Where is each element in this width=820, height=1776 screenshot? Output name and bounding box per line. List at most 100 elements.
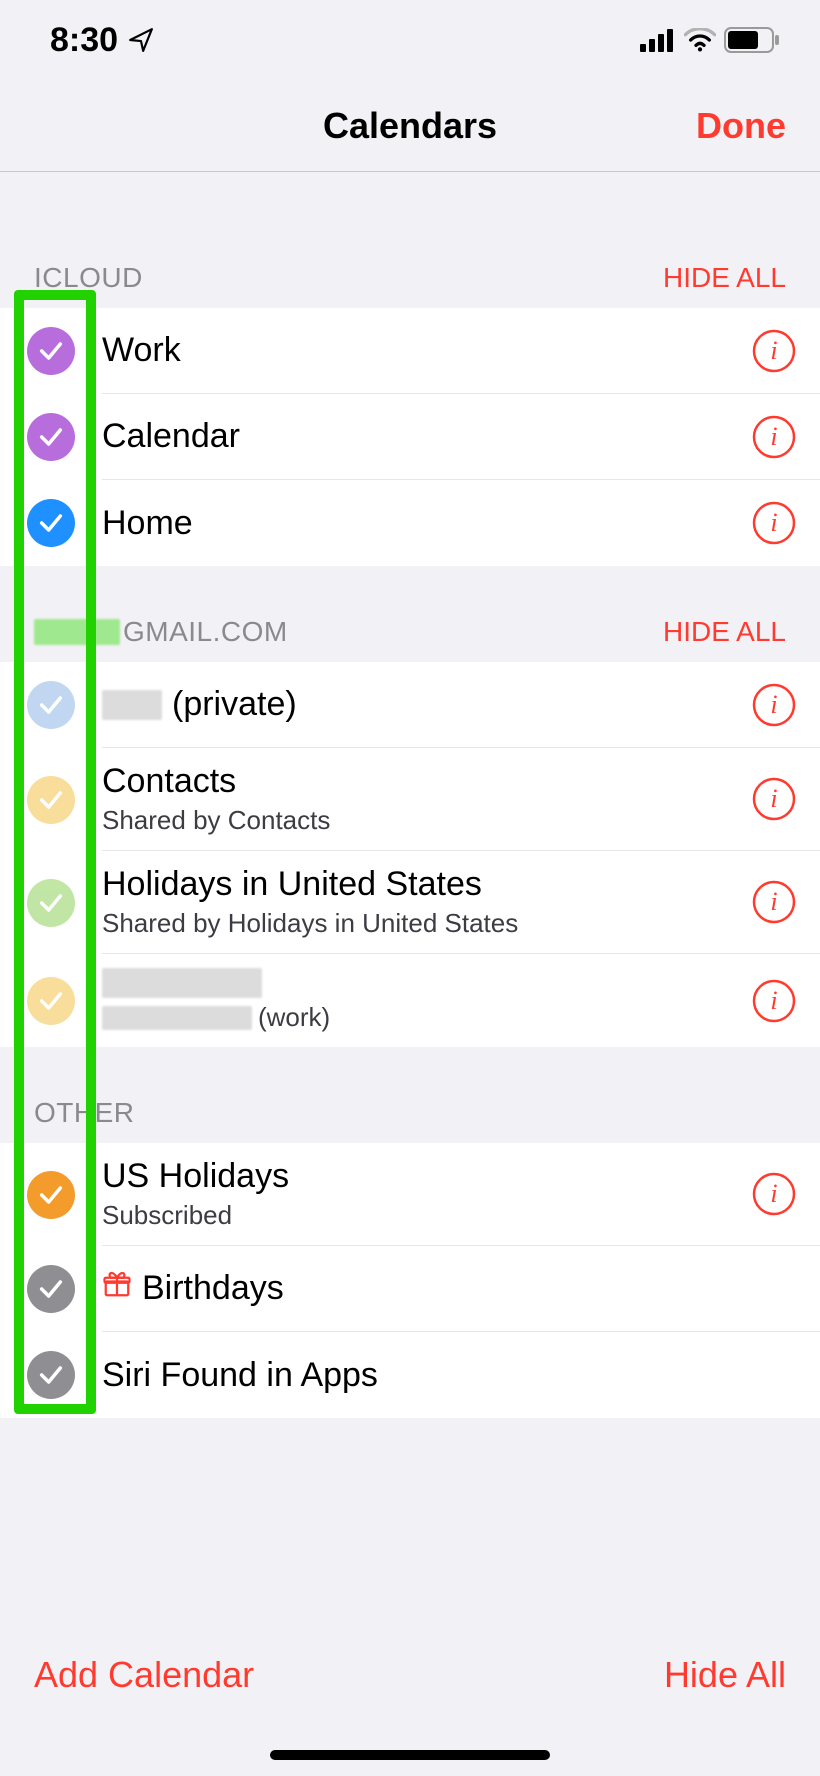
svg-text:i: i [770,887,777,916]
gift-icon [102,1269,132,1308]
calendar-toggle[interactable] [0,1351,102,1399]
svg-text:i: i [770,986,777,1015]
svg-text:i: i [770,422,777,451]
calendar-title-label: Birthdays [142,1269,284,1308]
row-text: Calendar [102,403,752,470]
hide-all-button[interactable]: Hide All [664,1654,786,1696]
row-text: Holidays in United States Shared by Holid… [102,851,752,953]
calendar-subtitle-label: (work) [258,1002,330,1033]
calendar-toggle[interactable] [0,776,102,824]
calendar-toggle[interactable] [0,977,102,1025]
calendar-title: Siri Found in Apps [102,1356,796,1395]
section-header: GMAIL.COM HIDE ALL [0,566,820,662]
calendar-row[interactable]: (private)i [0,662,820,748]
cellular-icon [640,28,676,52]
checkmark-icon [27,977,75,1025]
calendar-list: Work i Calendar i Home i [0,308,820,566]
calendar-subtitle: Shared by Contacts [102,805,752,836]
calendar-subtitle: (work) [102,1002,752,1033]
calendar-title: (private) [102,685,752,724]
calendar-row[interactable]: US Holidays Subscribedi [0,1143,820,1246]
calendar-toggle[interactable] [0,499,102,547]
calendar-toggle[interactable] [0,327,102,375]
calendar-title: Calendar [102,417,752,456]
info-button[interactable]: i [752,683,796,727]
status-left: 8:30 [50,21,154,60]
calendar-title: US Holidays [102,1157,752,1196]
info-button[interactable]: i [752,501,796,545]
row-body: Calendar i [102,394,820,480]
calendar-title-label: Calendar [102,417,240,456]
redacted-text [102,1006,252,1030]
calendar-subtitle-label: Shared by Contacts [102,805,330,836]
wifi-icon [684,28,716,52]
calendar-title-label: Home [102,504,193,543]
checkmark-icon [27,776,75,824]
checkmark-icon [27,499,75,547]
calendar-title-label: Work [102,331,181,370]
add-calendar-button[interactable]: Add Calendar [34,1654,254,1696]
calendar-toggle[interactable] [0,1171,102,1219]
section-title: ICLOUD [34,262,143,294]
section-header: ICLOUD HIDE ALL [0,172,820,308]
nav-header: Calendars Done [0,80,820,172]
calendar-title-label: Holidays in United States [102,865,482,904]
info-button[interactable]: i [752,329,796,373]
calendar-row[interactable]: Birthdays [0,1246,820,1332]
row-text: Siri Found in Apps [102,1342,796,1409]
calendar-toggle[interactable] [0,879,102,927]
info-button[interactable]: i [752,777,796,821]
calendar-toggle[interactable] [0,681,102,729]
calendar-row[interactable]: (work) i [0,954,820,1047]
calendar-row[interactable]: Contacts Shared by Contacts i [0,748,820,851]
info-button[interactable]: i [752,415,796,459]
redacted-text [102,968,262,998]
row-text: Work [102,317,752,384]
section-title-label: OTHER [34,1097,135,1129]
section-title: OTHER [34,1097,135,1129]
calendar-toggle[interactable] [0,1265,102,1313]
section-title: GMAIL.COM [34,616,288,648]
calendar-title: Birthdays [102,1269,796,1308]
calendar-title: Home [102,504,752,543]
calendar-title-label: Contacts [102,762,236,801]
svg-text:i: i [770,336,777,365]
row-body: Work i [102,308,820,394]
info-button[interactable]: i [752,880,796,924]
row-text: US Holidays Subscribed [102,1143,752,1245]
hide-all-section-button[interactable]: HIDE ALL [663,616,786,648]
calendar-row[interactable]: Siri Found in Apps [0,1332,820,1418]
checkmark-icon [27,1351,75,1399]
calendar-title-label: Siri Found in Apps [102,1356,378,1395]
section-title-label: ICLOUD [34,262,143,294]
checkmark-icon [27,413,75,461]
hide-all-section-button[interactable]: HIDE ALL [663,262,786,294]
calendar-row[interactable]: Calendar i [0,394,820,480]
checkmark-icon [27,879,75,927]
calendar-toggle[interactable] [0,413,102,461]
row-body: (private)i [102,662,820,748]
info-button[interactable]: i [752,979,796,1023]
checkmark-icon [27,1171,75,1219]
info-button[interactable]: i [752,1172,796,1216]
row-text: Birthdays [102,1255,796,1322]
calendar-row[interactable]: Home i [0,480,820,566]
row-body: US Holidays Subscribedi [102,1143,820,1246]
calendar-subtitle: Subscribed [102,1200,752,1231]
row-text: (work) [102,954,752,1047]
status-right [640,27,780,53]
done-button[interactable]: Done [696,105,820,147]
calendar-row[interactable]: Holidays in United States Shared by Holid… [0,851,820,954]
calendar-title: Work [102,331,752,370]
calendar-subtitle: Shared by Holidays in United States [102,908,752,939]
row-body: Birthdays [102,1246,820,1332]
calendar-title: Holidays in United States [102,865,752,904]
calendar-row[interactable]: Work i [0,308,820,394]
section-title-label: GMAIL.COM [123,616,288,648]
svg-text:i: i [770,784,777,813]
row-body: Holidays in United States Shared by Holid… [102,851,820,954]
row-text: (private) [102,671,752,738]
status-time: 8:30 [50,21,118,60]
redacted-text [34,619,120,645]
row-body: (work) i [102,954,820,1047]
